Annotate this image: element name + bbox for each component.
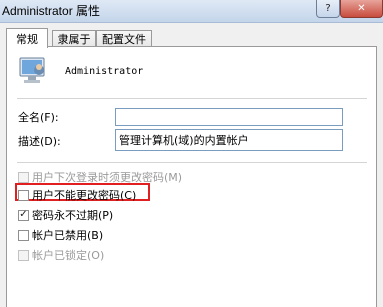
description-value: 管理计算机(域)的内置帐户 [119, 134, 249, 147]
divider-bottom [17, 162, 367, 163]
checkbox-password-never-expires[interactable]: ✓ 密码永不过期(P) [18, 207, 113, 223]
checkmark-icon: ✓ [19, 209, 28, 220]
window-title: Administrator 属性 [2, 4, 101, 18]
help-button[interactable]: ? [316, 0, 340, 18]
fullname-input[interactable] [115, 108, 343, 126]
tab-general-label: 常规 [16, 32, 38, 46]
general-panel: Administrator 全名(F): 描述(D): 管理计算机(域)的内置帐… [6, 46, 377, 307]
checkbox-box[interactable] [18, 229, 29, 241]
help-icon: ? [325, 3, 331, 14]
checkbox-label: 用户不能更改密码(C) [32, 189, 137, 202]
checkbox-label: 帐户已锁定(O) [32, 249, 105, 262]
checkbox-account-disabled[interactable]: 帐户已禁用(B) [18, 227, 103, 243]
checkbox-box[interactable] [18, 171, 29, 183]
tab-member-of[interactable]: 隶属于 [52, 30, 96, 47]
user-name: Administrator [65, 66, 144, 77]
checkbox-box[interactable] [18, 249, 29, 261]
tab-member-of-label: 隶属于 [57, 33, 91, 46]
user-computer-icon [19, 57, 45, 83]
description-label: 描述(D): [18, 135, 61, 148]
divider-top [17, 98, 367, 99]
fullname-label: 全名(F): [18, 111, 59, 124]
checkbox-cannot-change-password[interactable]: 用户不能更改密码(C) [18, 187, 136, 203]
title-bar: Administrator 属性 ? ✕ [0, 0, 383, 23]
close-icon: ✕ [357, 3, 366, 14]
close-button[interactable]: ✕ [340, 0, 383, 18]
checkbox-box[interactable]: ✓ [18, 209, 29, 221]
checkbox-label: 帐户已禁用(B) [32, 229, 104, 242]
tab-profile[interactable]: 配置文件 [96, 30, 152, 47]
tab-profile-label: 配置文件 [102, 33, 146, 46]
checkbox-box[interactable] [18, 189, 29, 201]
tab-general[interactable]: 常规 [6, 28, 48, 48]
description-input[interactable]: 管理计算机(域)的内置帐户 [115, 129, 343, 151]
checkbox-account-locked[interactable]: 帐户已锁定(O) [18, 247, 104, 263]
checkbox-label: 密码永不过期(P) [32, 209, 114, 222]
